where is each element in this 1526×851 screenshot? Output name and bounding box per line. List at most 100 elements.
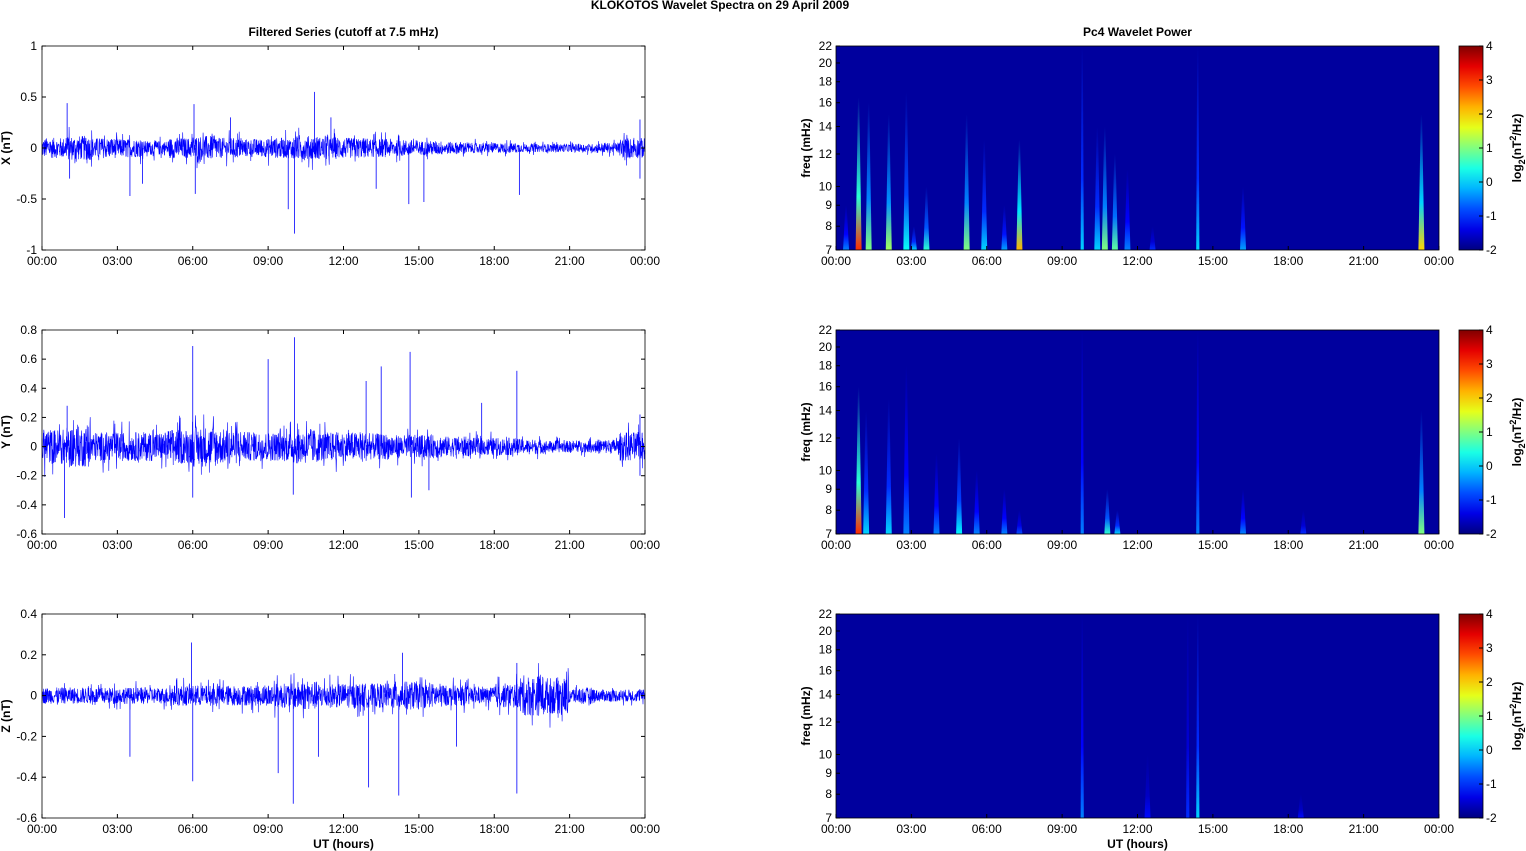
x-tick-label: 12:00 xyxy=(328,254,358,268)
y-axis-label: freq (mHz) xyxy=(799,118,813,177)
y-tick-label: 0.4 xyxy=(20,381,37,395)
x-axis-label: UT (hours) xyxy=(1107,837,1168,851)
colorbar-tick-label: 1 xyxy=(1486,141,1493,155)
timeseries-panel-x: 00:00 03:00 06:00 09:00 12:00 15:00 18:00 21:00… xyxy=(0,25,660,268)
panel-title: Pc4 Wavelet Power xyxy=(1083,25,1192,39)
y-tick-label: 16 xyxy=(819,380,833,394)
x-axis-label: UT (hours) xyxy=(313,837,374,851)
y-tick-label: 22 xyxy=(819,39,833,53)
y-axis-label: Y (nT) xyxy=(0,415,13,449)
x-tick-label: 15:00 xyxy=(1198,254,1228,268)
colorbar-tick-label: -2 xyxy=(1486,527,1497,541)
x-tick-label: 06:00 xyxy=(972,822,1002,836)
y-tick-label: -0.6 xyxy=(16,527,37,541)
colorbar-tick-label: 4 xyxy=(1486,607,1493,621)
colorbar: -2 -1 0 1 2 3 4 log2(nT2/Hz) xyxy=(1458,607,1526,825)
y-tick-label: 0.8 xyxy=(20,323,37,337)
colorbar-tick-label: 3 xyxy=(1486,641,1493,655)
x-tick-label: 03:00 xyxy=(102,538,132,552)
x-tick-label: 15:00 xyxy=(404,538,434,552)
x-tick-label: 18:00 xyxy=(479,538,509,552)
y-tick-label: 10 xyxy=(819,747,833,761)
y-tick-label: 22 xyxy=(819,607,833,621)
x-tick-label: 03:00 xyxy=(896,538,926,552)
x-tick-label: 12:00 xyxy=(1122,538,1152,552)
x-tick-label: 06:00 xyxy=(178,822,208,836)
x-tick-label: 00:00 xyxy=(1424,538,1454,552)
panel-title: Filtered Series (cutoff at 7.5 mHz) xyxy=(248,25,438,39)
colorbar-tick-label: -2 xyxy=(1486,243,1497,257)
y-tick-label: 0 xyxy=(30,689,37,703)
plot-area xyxy=(42,330,645,534)
colorbar-tick-label: 3 xyxy=(1486,357,1493,371)
x-tick-label: 09:00 xyxy=(1047,538,1077,552)
x-tick-label: 21:00 xyxy=(1349,538,1379,552)
x-tick-label: 00:00 xyxy=(1424,822,1454,836)
colorbar-tick-label: 0 xyxy=(1486,175,1493,189)
colorbar: -2 -1 0 1 2 3 4 log2(nT2/Hz) xyxy=(1458,323,1526,541)
y-tick-label: 12 xyxy=(819,431,833,445)
y-tick-label: -0.4 xyxy=(16,498,37,512)
x-tick-label: 00:00 xyxy=(630,538,660,552)
timeseries-panel-z: 00:00 03:00 06:00 09:00 12:00 15:00 18:00 21:00… xyxy=(0,607,660,851)
colorbar-tick-label: -1 xyxy=(1486,493,1497,507)
y-tick-label: 0.2 xyxy=(20,648,37,662)
y-tick-label: 8 xyxy=(825,787,832,801)
x-tick-label: 03:00 xyxy=(102,254,132,268)
y-tick-label: 0 xyxy=(30,440,37,454)
x-tick-label: 18:00 xyxy=(479,254,509,268)
colorbar-tick-label: 1 xyxy=(1486,425,1493,439)
x-tick-label: 00:00 xyxy=(1424,254,1454,268)
y-tick-label: 9 xyxy=(825,766,832,780)
y-tick-label: 0.2 xyxy=(20,410,37,424)
figure: KLOKOTOS Wavelet Spectra on 29 April 200… xyxy=(0,0,1526,851)
x-tick-label: 18:00 xyxy=(1273,254,1303,268)
colorbar-tick-label: -1 xyxy=(1486,777,1497,791)
x-tick-label: 09:00 xyxy=(253,822,283,836)
colorbar-label: log2(nT2/Hz) xyxy=(1508,114,1526,183)
spectrogram-panel-z: 00:00 03:00 06:00 09:00 12:00 15:00 18:00 21:00… xyxy=(799,607,1526,851)
colorbar-tick-label: -1 xyxy=(1486,209,1497,223)
y-tick-label: 12 xyxy=(819,715,833,729)
x-tick-label: 18:00 xyxy=(1273,822,1303,836)
y-tick-label: -0.6 xyxy=(16,811,37,825)
y-tick-label: 0.4 xyxy=(20,607,37,621)
y-tick-label: 7 xyxy=(825,243,832,257)
y-tick-label: 14 xyxy=(819,120,833,134)
x-tick-label: 00:00 xyxy=(630,254,660,268)
y-tick-label: 20 xyxy=(819,340,833,354)
x-tick-label: 03:00 xyxy=(102,822,132,836)
x-tick-label: 12:00 xyxy=(1122,822,1152,836)
x-tick-label: 06:00 xyxy=(972,538,1002,552)
spectrogram-background xyxy=(836,614,1439,818)
y-tick-label: 16 xyxy=(819,664,833,678)
y-tick-label: 0.6 xyxy=(20,352,37,366)
y-tick-label: 10 xyxy=(819,463,833,477)
y-tick-label: 8 xyxy=(825,503,832,517)
y-axis-label: X (nT) xyxy=(0,131,13,165)
colorbar-tick-label: 2 xyxy=(1486,391,1493,405)
spectrogram-panel-y: 00:00 03:00 06:00 09:00 12:00 15:00 18:00 21:00… xyxy=(799,323,1526,552)
x-tick-label: 06:00 xyxy=(178,254,208,268)
y-tick-label: -0.4 xyxy=(16,770,37,784)
colorbar-tick-label: 0 xyxy=(1486,459,1493,473)
colorbar-tick-label: 4 xyxy=(1486,323,1493,337)
x-tick-label: 21:00 xyxy=(1349,254,1379,268)
colorbar: -2 -1 0 1 2 3 4 log2(nT2/Hz) xyxy=(1458,39,1526,257)
y-tick-label: 18 xyxy=(819,643,833,657)
x-tick-label: 21:00 xyxy=(1349,822,1379,836)
x-tick-label: 09:00 xyxy=(253,538,283,552)
plot-area xyxy=(42,614,645,818)
colorbar-tick-label: 3 xyxy=(1486,73,1493,87)
y-tick-label: 22 xyxy=(819,323,833,337)
x-tick-label: 18:00 xyxy=(479,822,509,836)
x-tick-label: 21:00 xyxy=(555,538,585,552)
y-tick-label: 1 xyxy=(30,39,37,53)
y-tick-label: 10 xyxy=(819,179,833,193)
colorbar-tick-label: 2 xyxy=(1486,107,1493,121)
y-tick-label: 20 xyxy=(819,624,833,638)
spectrogram-background xyxy=(836,330,1439,534)
x-tick-label: 03:00 xyxy=(896,254,926,268)
y-tick-label: 20 xyxy=(819,56,833,70)
y-tick-label: 9 xyxy=(825,482,832,496)
